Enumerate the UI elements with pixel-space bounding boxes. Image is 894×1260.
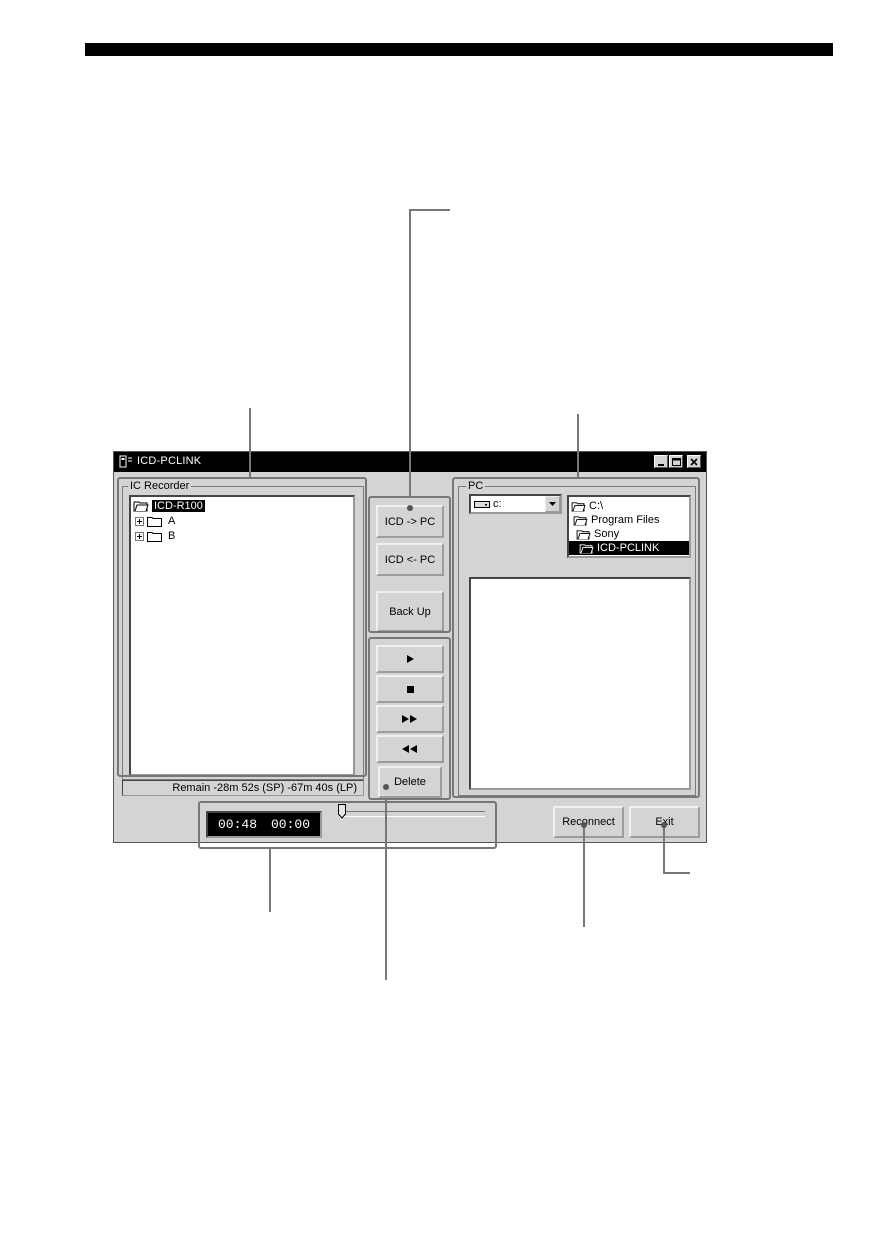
callout-lines <box>249 209 690 980</box>
